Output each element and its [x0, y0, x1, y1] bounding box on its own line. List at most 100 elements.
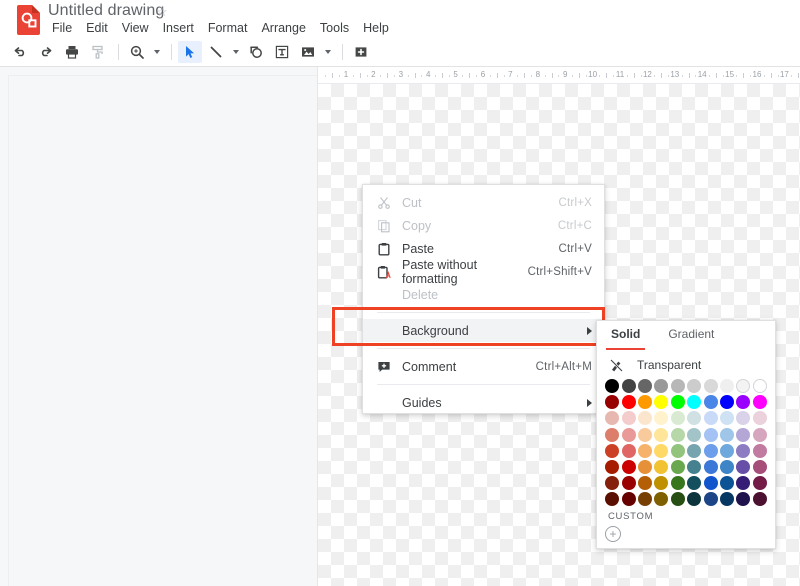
color-swatch[interactable] — [670, 410, 686, 426]
print-button[interactable] — [60, 41, 84, 63]
color-swatch[interactable] — [702, 394, 718, 410]
zoom-dropdown[interactable] — [151, 41, 163, 63]
color-swatch[interactable] — [620, 378, 636, 394]
color-swatch[interactable] — [637, 378, 653, 394]
color-swatch[interactable] — [620, 475, 636, 491]
color-swatch[interactable] — [702, 443, 718, 459]
color-swatch[interactable] — [735, 394, 751, 410]
color-swatch[interactable] — [735, 410, 751, 426]
color-swatch[interactable] — [719, 394, 735, 410]
color-swatch[interactable] — [752, 475, 768, 491]
color-swatch[interactable] — [637, 427, 653, 443]
color-swatch[interactable] — [653, 427, 669, 443]
paint-format-button[interactable] — [86, 41, 110, 63]
color-swatch[interactable] — [735, 378, 751, 394]
plus-circle-icon[interactable]: + — [605, 526, 621, 542]
color-swatch[interactable] — [637, 394, 653, 410]
color-swatch[interactable] — [637, 491, 653, 507]
menu-item-paste-without-formatting[interactable]: Paste without formatting Ctrl+Shift+V — [363, 258, 604, 286]
line-tool-dropdown[interactable] — [230, 41, 242, 63]
color-swatch[interactable] — [670, 475, 686, 491]
color-swatch[interactable] — [735, 427, 751, 443]
color-swatch[interactable] — [686, 378, 702, 394]
select-tool-button[interactable] — [178, 41, 202, 63]
color-swatch[interactable] — [620, 459, 636, 475]
color-swatch[interactable] — [653, 394, 669, 410]
menu-insert[interactable]: Insert — [156, 19, 201, 37]
color-swatch[interactable] — [604, 427, 620, 443]
color-swatch[interactable] — [752, 459, 768, 475]
color-swatch[interactable] — [653, 491, 669, 507]
undo-button[interactable] — [8, 41, 32, 63]
document-title[interactable]: Untitled drawing — [48, 2, 164, 20]
color-swatch[interactable] — [653, 378, 669, 394]
color-swatch-grid[interactable] — [604, 378, 770, 508]
color-swatch[interactable] — [604, 443, 620, 459]
color-swatch[interactable] — [637, 475, 653, 491]
color-swatch[interactable] — [670, 427, 686, 443]
menu-help[interactable]: Help — [356, 19, 396, 37]
menu-item-cut[interactable]: Cut Ctrl+X — [363, 191, 604, 214]
color-swatch[interactable] — [752, 491, 768, 507]
color-swatch[interactable] — [735, 475, 751, 491]
menu-item-comment[interactable]: Comment Ctrl+Alt+M — [363, 355, 604, 378]
color-swatch[interactable] — [670, 378, 686, 394]
zoom-button[interactable] — [125, 41, 149, 63]
color-swatch[interactable] — [670, 491, 686, 507]
shape-tool-button[interactable] — [244, 41, 268, 63]
tab-gradient[interactable]: Gradient — [668, 321, 714, 350]
color-swatch[interactable] — [637, 410, 653, 426]
menu-file[interactable]: File — [45, 19, 79, 37]
star-icon[interactable]: ☆ — [156, 5, 168, 19]
menu-edit[interactable]: Edit — [79, 19, 115, 37]
menu-view[interactable]: View — [115, 19, 156, 37]
color-swatch[interactable] — [752, 427, 768, 443]
color-swatch[interactable] — [604, 459, 620, 475]
tab-solid[interactable]: Solid — [605, 321, 646, 350]
image-dropdown[interactable] — [322, 41, 334, 63]
redo-button[interactable] — [34, 41, 58, 63]
menu-item-copy[interactable]: Copy Ctrl+C — [363, 214, 604, 237]
resize-canvas-button[interactable] — [349, 41, 373, 63]
color-swatch[interactable] — [702, 427, 718, 443]
color-swatch[interactable] — [719, 475, 735, 491]
color-swatch[interactable] — [620, 443, 636, 459]
color-swatch[interactable] — [719, 459, 735, 475]
color-swatch[interactable] — [735, 443, 751, 459]
color-swatch[interactable] — [702, 410, 718, 426]
color-swatch[interactable] — [752, 378, 768, 394]
color-swatch[interactable] — [620, 394, 636, 410]
color-swatch[interactable] — [604, 378, 620, 394]
image-button[interactable] — [296, 41, 320, 63]
color-swatch[interactable] — [620, 427, 636, 443]
color-swatch[interactable] — [604, 475, 620, 491]
color-swatch[interactable] — [686, 475, 702, 491]
color-swatch[interactable] — [702, 491, 718, 507]
color-swatch[interactable] — [702, 378, 718, 394]
color-swatch[interactable] — [653, 459, 669, 475]
horizontal-ruler[interactable]: 1 2 3 4 5 6 7 8 9 10 11 12 13 14 15 16 17 — [318, 67, 800, 84]
color-swatch[interactable] — [686, 410, 702, 426]
color-swatch[interactable] — [653, 443, 669, 459]
color-swatch[interactable] — [653, 475, 669, 491]
text-box-button[interactable] — [270, 41, 294, 63]
color-swatch[interactable] — [735, 491, 751, 507]
color-swatch[interactable] — [604, 410, 620, 426]
color-swatch[interactable] — [702, 475, 718, 491]
color-swatch[interactable] — [719, 443, 735, 459]
color-swatch[interactable] — [637, 443, 653, 459]
color-swatch[interactable] — [752, 394, 768, 410]
color-swatch[interactable] — [604, 394, 620, 410]
menu-arrange[interactable]: Arrange — [254, 19, 312, 37]
color-swatch[interactable] — [686, 459, 702, 475]
line-tool-button[interactable] — [204, 41, 228, 63]
google-drawings-logo[interactable] — [16, 5, 42, 35]
color-swatch[interactable] — [735, 459, 751, 475]
color-swatch[interactable] — [719, 410, 735, 426]
color-swatch[interactable] — [686, 394, 702, 410]
menu-format[interactable]: Format — [201, 19, 255, 37]
color-swatch[interactable] — [752, 410, 768, 426]
color-swatch[interactable] — [686, 427, 702, 443]
color-swatch[interactable] — [620, 410, 636, 426]
color-swatch[interactable] — [719, 427, 735, 443]
